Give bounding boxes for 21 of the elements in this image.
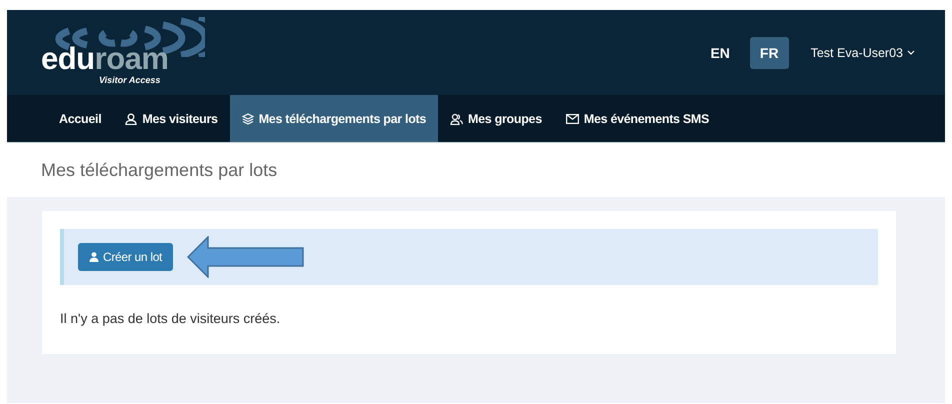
logo-wordmark: edu: [41, 42, 95, 74]
arrow-left-icon: [187, 236, 304, 278]
nav-tab[interactable]: Mes téléchargements par lots: [230, 95, 438, 142]
nav-tab[interactable]: Mes visiteurs: [113, 95, 230, 142]
logo-wordmark: roam: [94, 42, 168, 74]
user-menu[interactable]: Test Eva-User03: [810, 46, 915, 60]
nav-tab[interactable]: Mes événements SMS: [554, 95, 722, 142]
logo-tagline: Visitor Access: [99, 74, 162, 84]
user-icon: [89, 252, 99, 262]
nav-tab[interactable]: Mes groupes: [438, 95, 554, 142]
chevron-down-icon: [907, 50, 915, 55]
language-button[interactable]: EN: [700, 36, 740, 68]
page-title: Mes téléchargements par lots: [40, 158, 278, 182]
user-icon: [125, 112, 138, 124]
empty-message: Il n'y a pas de lots de visiteurs créés.: [60, 311, 282, 326]
layers-icon: [242, 112, 254, 124]
users-icon: [450, 112, 464, 124]
envelope-icon: [566, 114, 579, 124]
nav-tab[interactable]: Accueil: [47, 95, 114, 142]
create-batch-button[interactable]: Créer un lot: [78, 243, 174, 271]
language-button[interactable]: FR: [750, 36, 789, 68]
